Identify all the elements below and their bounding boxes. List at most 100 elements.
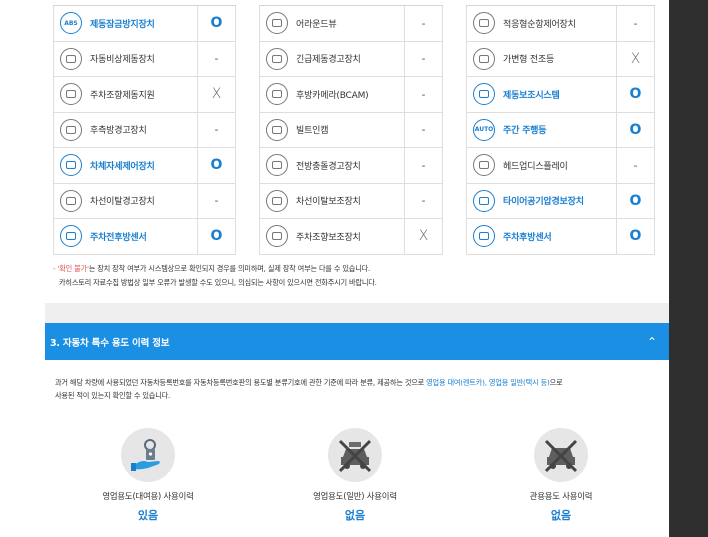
- option-row: 차선이탈경고장치 -: [53, 183, 236, 219]
- option-icon-cell: [260, 42, 294, 77]
- option-icon-cell: AUTO: [467, 113, 501, 148]
- option-row: 후측방경고장치 -: [53, 112, 236, 148]
- option-name: 빌트인캠: [296, 126, 329, 137]
- option-icon-cell: [467, 77, 501, 112]
- icon-glyph: [272, 161, 282, 170]
- parking-steer-assist-icon: [266, 225, 288, 248]
- option-row: 전방충돌경고장치 -: [259, 148, 443, 184]
- icon-glyph: [272, 196, 282, 205]
- option-row: 헤드업디스플레이 -: [466, 148, 655, 184]
- option-icon-cell: [54, 219, 88, 254]
- option-name: 주차조향제동지원: [90, 90, 155, 101]
- option-status: -: [404, 41, 442, 76]
- page-margin-left: [0, 0, 45, 537]
- option-name: 차선이탈보조장치: [296, 197, 361, 208]
- lane-departure-warning-icon: [60, 189, 82, 212]
- daytime-running-light-icon: AUTO: [473, 118, 495, 141]
- option-row: 자동비상제동장치 -: [53, 41, 236, 77]
- icon-glyph: [479, 161, 489, 170]
- desc-highlight: 영업용 대여(렌트카), 영업용 일반(택시 등): [426, 378, 550, 387]
- option-name: 자동비상제동장치: [90, 55, 155, 66]
- emergency-brake-icon: [60, 47, 82, 70]
- option-name: 전방충돌경고장치: [296, 161, 361, 172]
- icon-glyph: [479, 54, 489, 63]
- option-status: -: [404, 148, 442, 183]
- option-row: 차체자세제어장치 O: [53, 148, 236, 184]
- option-status: X: [197, 77, 235, 112]
- option-name: 차체자세제어장치: [90, 161, 155, 172]
- rear-camera-icon: [266, 83, 288, 106]
- chevron-up-icon[interactable]: ⌃: [647, 335, 657, 349]
- option-icon-cell: [54, 184, 88, 219]
- note-red-text: - '확인 불가': [53, 264, 89, 273]
- icon-glyph: [479, 232, 489, 241]
- option-name: 적응형순항제어장치: [503, 19, 576, 30]
- option-name: 주간 주행등: [503, 126, 547, 137]
- brake-assist-icon: [473, 83, 495, 106]
- option-status: O: [616, 183, 654, 218]
- option-status: -: [197, 41, 235, 76]
- builtin-cam-icon: [266, 118, 288, 141]
- option-name: 긴급제동경고장치: [296, 55, 361, 66]
- option-name: 어라운드뷰: [296, 19, 337, 30]
- options-table-col1: ABS 제동잠금방지장치 O 자동비상제동장치 - 주차조향제동지원 X 후측방경고장치 - 차체…: [53, 5, 236, 255]
- option-name: 제동잠금방지장치: [90, 19, 155, 30]
- option-status: O: [616, 77, 654, 112]
- report-page: ABS 제동잠금방지장치 O 자동비상제동장치 - 주차조향제동지원 X 후측방경고장치 - 차체…: [45, 0, 669, 537]
- section-header-special-use[interactable]: 3. 자동차 특수 용도 이력 정보 ⌃: [45, 323, 669, 360]
- rear-warning-icon: [60, 118, 82, 141]
- icon-glyph: [479, 90, 489, 99]
- option-name: 주차전후방센서: [90, 232, 147, 243]
- option-status: -: [404, 112, 442, 147]
- desc-text-end: 으로: [549, 378, 563, 387]
- option-name: 후측방경고장치: [90, 126, 147, 137]
- option-row: 제동보조시스템 O: [466, 77, 655, 113]
- usage-label: 관용용도 사용이력: [529, 491, 593, 501]
- government-car-crossed-icon: [534, 428, 588, 482]
- usage-label: 영업용도(대여용) 사용이력: [102, 491, 194, 501]
- option-row: 빌트인캠 -: [259, 112, 443, 148]
- option-row: 긴급제동경고장치 -: [259, 41, 443, 77]
- option-row: 주차조향보조장치 X: [259, 219, 443, 255]
- scroll-area-right: [669, 0, 708, 537]
- option-name: 가변형 전조등: [503, 55, 555, 66]
- adaptive-cruise-icon: [473, 12, 495, 35]
- usage-value: 없음: [550, 509, 572, 522]
- usage-government: 관용용도 사용이력 없음: [486, 428, 636, 523]
- parking-sensor-front-rear-icon: [60, 225, 82, 248]
- option-row: 차선이탈보조장치 -: [259, 183, 443, 219]
- usage-value: 없음: [344, 509, 366, 522]
- rental-key-icon: [121, 428, 175, 482]
- option-icon-cell: [467, 42, 501, 77]
- option-status: -: [616, 6, 654, 41]
- icon-glyph: [272, 90, 282, 99]
- option-status: -: [197, 112, 235, 147]
- icon-glyph: [66, 90, 76, 99]
- option-status: -: [404, 77, 442, 112]
- usage-label: 영업용도(일반) 사용이력: [313, 491, 397, 501]
- option-name: 타이어공기압경보장치: [503, 197, 584, 208]
- option-row: 주차조향제동지원 X: [53, 77, 236, 113]
- option-icon-cell: [467, 6, 501, 41]
- parking-brake-assist-icon: [60, 83, 82, 106]
- option-status: -: [404, 6, 442, 41]
- icon-glyph: [272, 232, 282, 241]
- lane-keep-assist-icon: [266, 189, 288, 212]
- option-status: O: [616, 112, 654, 147]
- option-row: AUTO 주간 주행등 O: [466, 112, 655, 148]
- option-icon-cell: [54, 77, 88, 112]
- usage-value: 있음: [137, 509, 159, 522]
- option-icon-cell: [467, 148, 501, 183]
- option-status: -: [197, 183, 235, 218]
- desc-line-2: 사용된 적이 있는지 확인할 수 있습니다.: [55, 391, 171, 400]
- around-view-icon: [266, 12, 288, 35]
- option-name: 주차조향보조장치: [296, 232, 361, 243]
- option-row: 어라운드뷰 -: [259, 6, 443, 42]
- icon-glyph: [66, 232, 76, 241]
- icon-glyph: [479, 196, 489, 205]
- option-status: X: [616, 41, 654, 76]
- note-line-1: - '확인 불가'는 장치 장착 여부가 시스템상으로 확인되지 경우를 의미하…: [53, 262, 377, 276]
- option-name: 차선이탈경고장치: [90, 197, 155, 208]
- option-name: 헤드업디스플레이: [503, 161, 568, 172]
- option-row: 타이어공기압경보장치 O: [466, 183, 655, 219]
